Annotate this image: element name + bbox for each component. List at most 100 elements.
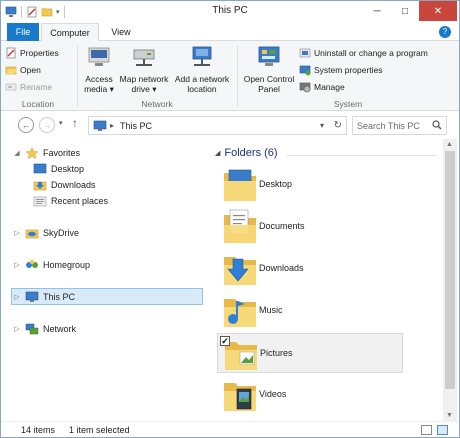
selection-count: 1 item selected: [69, 425, 130, 435]
address-dropdown-icon[interactable]: ▾: [320, 121, 324, 130]
access-media-button[interactable]: Access media ▾: [81, 44, 117, 94]
programs-icon: [299, 48, 311, 57]
folder-label: Documents: [259, 221, 305, 231]
folder-item-documents[interactable]: Documents: [217, 207, 403, 247]
downloads-folder-icon: [224, 257, 256, 285]
manage-icon: [299, 82, 311, 92]
access-media-label-2: media ▾: [84, 84, 114, 94]
back-button[interactable]: ←: [18, 117, 34, 133]
recent-locations-icon[interactable]: ▾: [59, 119, 63, 127]
uninstall-program-button[interactable]: Uninstall or change a program: [299, 45, 428, 60]
up-button[interactable]: ↑: [72, 116, 78, 130]
search-icon[interactable]: [432, 120, 442, 130]
music-folder-icon: [224, 299, 256, 327]
search-input[interactable]: [353, 117, 431, 134]
large-icons-view-icon[interactable]: [437, 425, 448, 435]
folder-item-music[interactable]: Music: [217, 291, 403, 331]
collapse-icon[interactable]: ◢: [13, 149, 21, 157]
nav-item-desktop[interactable]: Desktop: [33, 161, 84, 177]
open-button[interactable]: Open: [5, 62, 41, 77]
add-location-label-1: Add a network: [174, 74, 230, 84]
network-group-label: Network: [141, 99, 173, 109]
minimize-button[interactable]: ─: [363, 1, 391, 21]
scroll-up-icon[interactable]: ▲: [446, 141, 453, 148]
downloads-label: Downloads: [51, 180, 96, 190]
map-network-drive-button[interactable]: Map network drive ▾: [117, 44, 171, 94]
ribbon-group-system: Open Control Panel Uninstall or change a…: [239, 41, 457, 111]
recent-places-icon: [33, 196, 47, 207]
favorites-label: Favorites: [43, 148, 81, 158]
this-pc-label: This PC: [43, 292, 76, 302]
forward-button[interactable]: →: [39, 117, 55, 133]
documents-folder-icon: [224, 209, 256, 243]
ribbon-group-location: Properties Open Rename Location: [1, 41, 75, 111]
close-button[interactable]: ✕: [419, 1, 457, 21]
tab-file[interactable]: File: [7, 23, 39, 41]
nav-item-favorites[interactable]: ◢ Favorites: [13, 145, 80, 161]
folder-item-desktop[interactable]: Desktop: [217, 165, 403, 205]
homegroup-label: Homegroup: [43, 260, 91, 270]
expand-icon[interactable]: ▷: [13, 261, 21, 269]
nav-item-homegroup[interactable]: ▷ Homegroup: [13, 257, 90, 273]
group-collapse-icon[interactable]: ◢: [215, 149, 220, 157]
properties-button[interactable]: Properties: [5, 45, 59, 60]
maximize-button[interactable]: □: [391, 1, 419, 21]
ribbon-separator: [237, 45, 238, 107]
search-box[interactable]: [352, 116, 447, 135]
vertical-scrollbar[interactable]: ▲ ▼: [443, 139, 457, 421]
tab-view[interactable]: View: [103, 23, 139, 41]
expand-icon[interactable]: ▷: [13, 293, 21, 301]
skydrive-label: SkyDrive: [43, 228, 80, 238]
manage-label: Manage: [314, 81, 345, 92]
properties-label: Properties: [20, 47, 59, 58]
nav-item-downloads[interactable]: Downloads: [33, 177, 96, 193]
selection-checkbox[interactable]: ✔: [220, 336, 230, 346]
homegroup-icon: [26, 259, 38, 268]
status-bar: 14 items 1 item selected: [1, 421, 459, 437]
folder-item-downloads[interactable]: Downloads: [217, 249, 403, 289]
system-properties-icon: [299, 65, 311, 75]
content-pane: ◢ Folders (6) Desktop Documents Download…: [207, 139, 443, 421]
downloads-icon: [33, 181, 47, 191]
uninstall-label: Uninstall or change a program: [314, 47, 428, 58]
recent-places-label: Recent places: [51, 196, 109, 206]
ribbon-group-network: Access media ▾ Map network drive ▾ Add a…: [79, 41, 235, 111]
rename-button[interactable]: Rename: [5, 79, 52, 94]
control-panel-label-2: Panel: [258, 84, 280, 94]
open-control-panel-button[interactable]: Open Control Panel: [241, 44, 297, 94]
item-count: 14 items: [21, 425, 56, 435]
properties-icon: [6, 47, 16, 58]
map-drive-label-2: drive ▾: [131, 84, 157, 94]
expand-icon[interactable]: ▷: [13, 325, 21, 333]
tab-computer[interactable]: Computer: [41, 23, 99, 42]
folder-item-videos[interactable]: Videos: [217, 375, 403, 415]
details-view-icon[interactable]: [421, 425, 432, 435]
help-icon[interactable]: ?: [439, 26, 451, 38]
folder-label: Music: [259, 305, 283, 315]
system-properties-button[interactable]: System properties: [299, 62, 383, 77]
nav-item-skydrive[interactable]: ▷ SkyDrive: [13, 225, 79, 241]
folders-group-title: Folders (6): [224, 147, 278, 159]
folders-group-header[interactable]: ◢ Folders (6): [215, 147, 278, 159]
star-icon: [25, 147, 39, 159]
breadcrumb-this-pc[interactable]: This PC: [120, 121, 152, 131]
scroll-down-icon[interactable]: ▼: [446, 412, 453, 419]
ribbon: Properties Open Rename Location Access m…: [1, 41, 459, 111]
nav-item-network[interactable]: ▷ Network: [13, 321, 76, 337]
map-drive-label-1: Map network: [119, 74, 169, 84]
desktop-folder-icon: [224, 169, 256, 201]
add-network-location-button[interactable]: Add a network location: [171, 44, 233, 94]
scroll-thumb[interactable]: [445, 151, 455, 389]
breadcrumb-separator-icon[interactable]: ▸: [110, 121, 114, 130]
system-group-label: System: [333, 99, 363, 109]
explorer-window: ▾ This PC ─ □ ✕ File Computer View ? Pro…: [0, 0, 460, 438]
ribbon-tabs: File Computer View ?: [1, 23, 459, 42]
expand-icon[interactable]: ▷: [13, 229, 21, 237]
nav-item-this-pc[interactable]: ▷ This PC: [13, 289, 75, 305]
folder-item-pictures[interactable]: ✔ Pictures: [217, 333, 403, 373]
address-bar[interactable]: ▸ This PC ▾ ↻: [88, 116, 347, 135]
nav-item-recent-places[interactable]: Recent places: [33, 193, 108, 209]
network-drive-icon: [133, 49, 155, 66]
refresh-icon[interactable]: ↻: [334, 120, 342, 131]
manage-button[interactable]: Manage: [299, 79, 345, 94]
